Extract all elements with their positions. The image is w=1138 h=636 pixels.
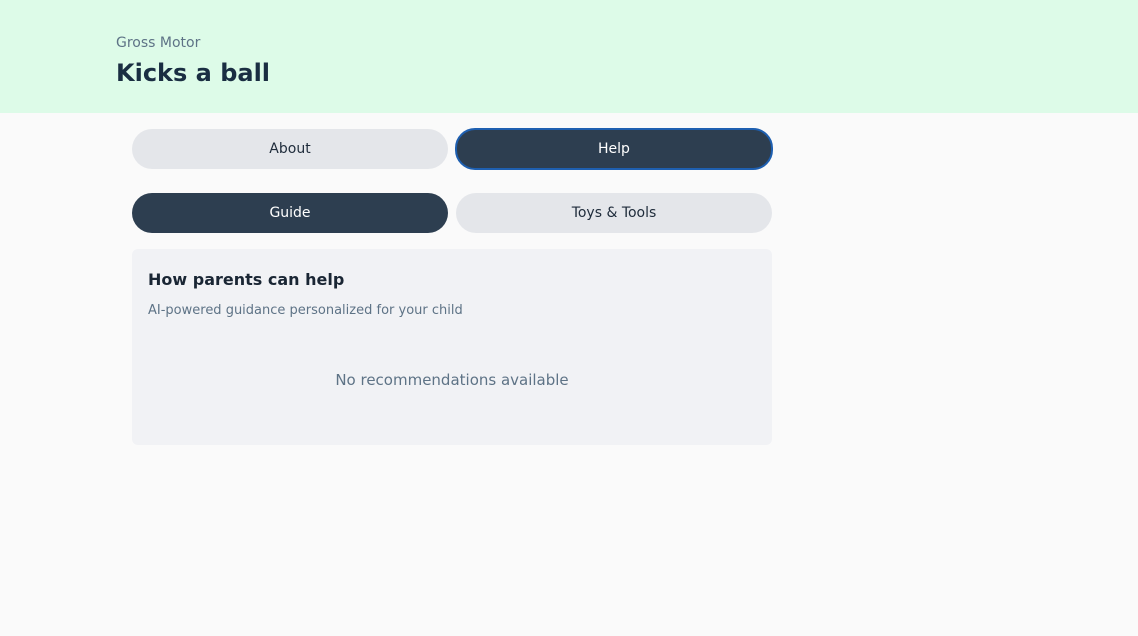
guidance-card-title: How parents can help xyxy=(148,270,345,289)
milestone-header: Gross Motor Kicks a ball xyxy=(0,0,1138,113)
milestone-category: Gross Motor xyxy=(116,35,201,51)
guidance-card-subtitle: AI-powered guidance personalized for you… xyxy=(148,303,463,318)
guidance-card: How parents can help AI-powered guidance… xyxy=(132,249,772,445)
empty-state-message: No recommendations available xyxy=(335,371,569,389)
milestone-detail-page: Gross Motor Kicks a ball About Help Guid… xyxy=(0,0,1138,636)
subtab-guide[interactable]: Guide xyxy=(132,193,448,233)
subtab-toys-and-tools[interactable]: Toys & Tools xyxy=(456,193,772,233)
tab-help[interactable]: Help xyxy=(455,128,773,170)
tab-about[interactable]: About xyxy=(132,129,448,169)
milestone-title: Kicks a ball xyxy=(116,59,271,87)
